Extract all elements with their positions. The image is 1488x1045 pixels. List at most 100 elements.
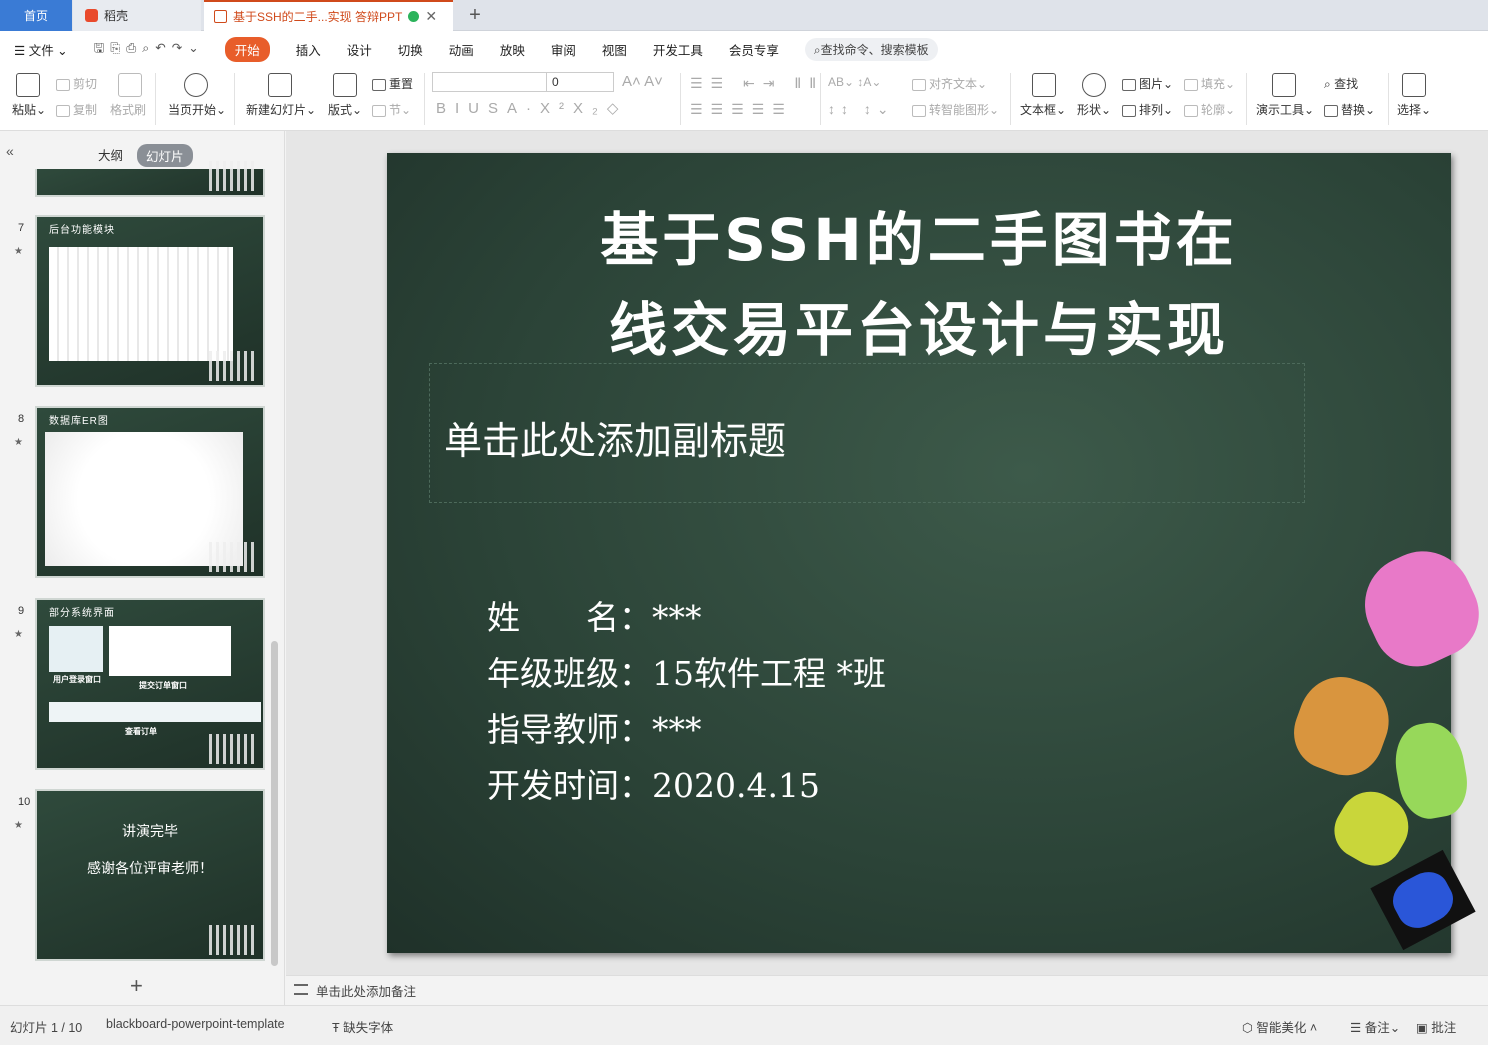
template-name[interactable]: blackboard-powerpoint-template: [106, 1017, 285, 1031]
shape-icon: [1082, 73, 1106, 97]
missing-font-button[interactable]: Ŧ 缺失字体: [332, 1017, 393, 1036]
smart-beautify-button[interactable]: ⬡ 智能美化 ˄: [1242, 1017, 1317, 1036]
paste-icon: [16, 73, 40, 97]
main-slide[interactable]: 基于SSH的二手图书在 线交易平台设计与实现 单击此处添加副标题 姓 名：*** …: [387, 153, 1488, 953]
add-slide-button[interactable]: +: [130, 973, 143, 999]
textbox-button[interactable]: 文本框⌄: [1020, 101, 1066, 118]
file-menu-label: 文件: [28, 43, 54, 58]
layout-button[interactable]: 版式⌄: [328, 101, 362, 118]
info-class[interactable]: 年级班级：15软件工程 *班: [487, 647, 886, 695]
replace-button[interactable]: 替换⌄: [1324, 101, 1375, 118]
title-line-2: 线交易平台设计与实现: [608, 296, 1229, 364]
reset-icon: [372, 78, 386, 91]
spacing-buttons[interactable]: ↕↕ ↕⌄: [828, 101, 895, 118]
file-menu[interactable]: ☰ 文件 ⌄: [14, 40, 68, 59]
section-icon: [372, 104, 386, 117]
new-slide-button[interactable]: 新建幻灯片⌄: [246, 101, 316, 118]
tab-daoke[interactable]: 稻壳: [73, 0, 201, 31]
outline-button[interactable]: 轮廓⌄: [1184, 101, 1235, 118]
paragraph-align-buttons[interactable]: ☰☰☰☰☰: [690, 101, 793, 118]
tab-home[interactable]: 首页: [0, 0, 72, 31]
order-list-screenshot: [49, 702, 261, 722]
subtitle-placeholder[interactable]: 单击此处添加副标题: [429, 363, 1305, 503]
list-buttons[interactable]: ☰☰ ⇤⇥ ⅡⅡ: [690, 75, 824, 92]
font-size-select[interactable]: 0: [546, 72, 614, 92]
text-direction-button[interactable]: AB⌄ ↕A⌄: [828, 75, 881, 89]
pane-scrollbar[interactable]: [271, 641, 278, 966]
quick-access-toolbar[interactable]: 🖫⎘⎙⌕↶↷⌄: [94, 39, 205, 60]
menu-tab-transition[interactable]: 切换: [398, 40, 423, 59]
menu-tab-home[interactable]: 开始: [224, 36, 270, 62]
info-date[interactable]: 开发时间：2020.4.15: [487, 759, 820, 807]
slide-thumbnail-9[interactable]: 部分系统界面 用户登录窗口 提交订单窗口 查看订单: [35, 598, 265, 770]
login-screenshot: [49, 626, 103, 672]
tab-document[interactable]: 基于SSH的二手...实现 答辩PPT ✕: [204, 0, 453, 31]
orange-hand-image: [1283, 665, 1401, 786]
animation-star-icon: ★: [14, 820, 23, 831]
slide-number: 10: [18, 796, 31, 808]
font-style-buttons[interactable]: BIUSA·X²X₂◇: [436, 99, 627, 117]
fill-button[interactable]: 填充⌄: [1184, 75, 1235, 92]
info-advisor[interactable]: 指导教师：***: [487, 703, 702, 751]
font-grow-shrink[interactable]: A˄ A˅: [622, 73, 663, 90]
cut-button[interactable]: 剪切: [56, 75, 97, 92]
thumbnail-text: 讲演完毕: [122, 823, 178, 839]
align-text-button[interactable]: 对齐文本⌄: [912, 75, 987, 92]
collapse-pane-icon[interactable]: «: [6, 143, 14, 159]
arrange-button[interactable]: 排列⌄: [1122, 101, 1173, 118]
menu-tab-member[interactable]: 会员专享: [729, 40, 779, 59]
silhouette-image: [209, 925, 257, 955]
slide-title[interactable]: 基于SSH的二手图书在 线交易平台设计与实现: [387, 195, 1451, 375]
paste-button[interactable]: 粘贴⌄: [12, 101, 46, 118]
menu-tab-view[interactable]: 视图: [602, 40, 627, 59]
textbox-icon: [1032, 73, 1056, 97]
command-search[interactable]: ⌕查找命令、搜索模板: [804, 37, 938, 61]
daoke-logo-icon: [85, 9, 98, 22]
menu-tab-design[interactable]: 设计: [347, 40, 372, 59]
notes-toggle-button[interactable]: ☰ 备注⌄: [1350, 1017, 1400, 1036]
menu-tab-developer[interactable]: 开发工具: [653, 40, 703, 59]
find-button[interactable]: ⌕ 查找: [1324, 75, 1358, 92]
font-family-select[interactable]: [432, 72, 548, 92]
present-tools-button[interactable]: 演示工具⌄: [1256, 101, 1314, 118]
copy-button[interactable]: 复制: [56, 101, 97, 118]
slide-thumbnail-6[interactable]: [35, 161, 265, 197]
beautify-icon: ⬡: [1242, 1021, 1257, 1035]
menu-tab-slideshow[interactable]: 放映: [500, 40, 525, 59]
format-painter-button[interactable]: 格式刷: [110, 101, 146, 118]
shape-button[interactable]: 形状⌄: [1077, 101, 1111, 118]
slide-thumbnail-10[interactable]: 讲演完毕 感谢各位评审老师！: [35, 789, 265, 961]
comment-button[interactable]: ▣ 批注: [1416, 1017, 1456, 1036]
picture-button[interactable]: 图片⌄: [1122, 75, 1173, 92]
picture-icon: [1122, 78, 1136, 91]
slides-tab[interactable]: 幻灯片: [137, 144, 193, 167]
new-tab-button[interactable]: +: [460, 0, 490, 31]
notes-bar[interactable]: 单击此处添加备注: [286, 975, 1488, 1005]
tab-bar: 首页 稻壳 基于SSH的二手...实现 答辩PPT ✕ +: [0, 0, 1488, 31]
info-name[interactable]: 姓 名：***: [487, 591, 702, 639]
layout-icon: [333, 73, 357, 97]
brush-icon: [118, 73, 142, 97]
close-tab-icon[interactable]: ✕: [425, 8, 437, 25]
slide-thumbnail-7[interactable]: 后台功能模块: [35, 215, 265, 387]
menu-tab-review[interactable]: 审阅: [551, 40, 576, 59]
slide-pane: « 大纲 幻灯片 7 ★ 后台功能模块 8 ★ 数据库ER图 9 ★ 部分系统界…: [0, 131, 285, 1005]
menu-tab-insert[interactable]: 插入: [296, 40, 321, 59]
saved-check-icon: [408, 11, 420, 22]
menu-tab-animation[interactable]: 动画: [449, 40, 474, 59]
subtitle-text: 单击此处添加副标题: [444, 419, 787, 463]
ribbon-toolbar: 粘贴⌄ 剪切 复制 格式刷 当页开始⌄ 新建幻灯片⌄ 版式⌄ 重置 节⌄ 0 A…: [0, 67, 1488, 131]
from-current-slide-button[interactable]: 当页开始⌄: [168, 101, 226, 118]
section-button[interactable]: 节⌄: [372, 101, 411, 118]
convert-smartart-button[interactable]: 转智能图形⌄: [912, 101, 999, 118]
slide-thumbnail-8[interactable]: 数据库ER图: [35, 406, 265, 578]
outline-tab[interactable]: 大纲: [98, 145, 123, 164]
thumbnail-title: 数据库ER图: [49, 416, 109, 427]
tab-home-label: 首页: [23, 9, 48, 23]
select-button[interactable]: 选择⌄: [1397, 101, 1431, 118]
replace-icon: [1324, 104, 1338, 117]
reset-button[interactable]: 重置: [372, 75, 413, 92]
title-line-1: 基于SSH的二手图书在: [600, 206, 1238, 274]
notes-placeholder: 单击此处添加备注: [316, 985, 417, 999]
silhouette-image: [209, 542, 257, 572]
